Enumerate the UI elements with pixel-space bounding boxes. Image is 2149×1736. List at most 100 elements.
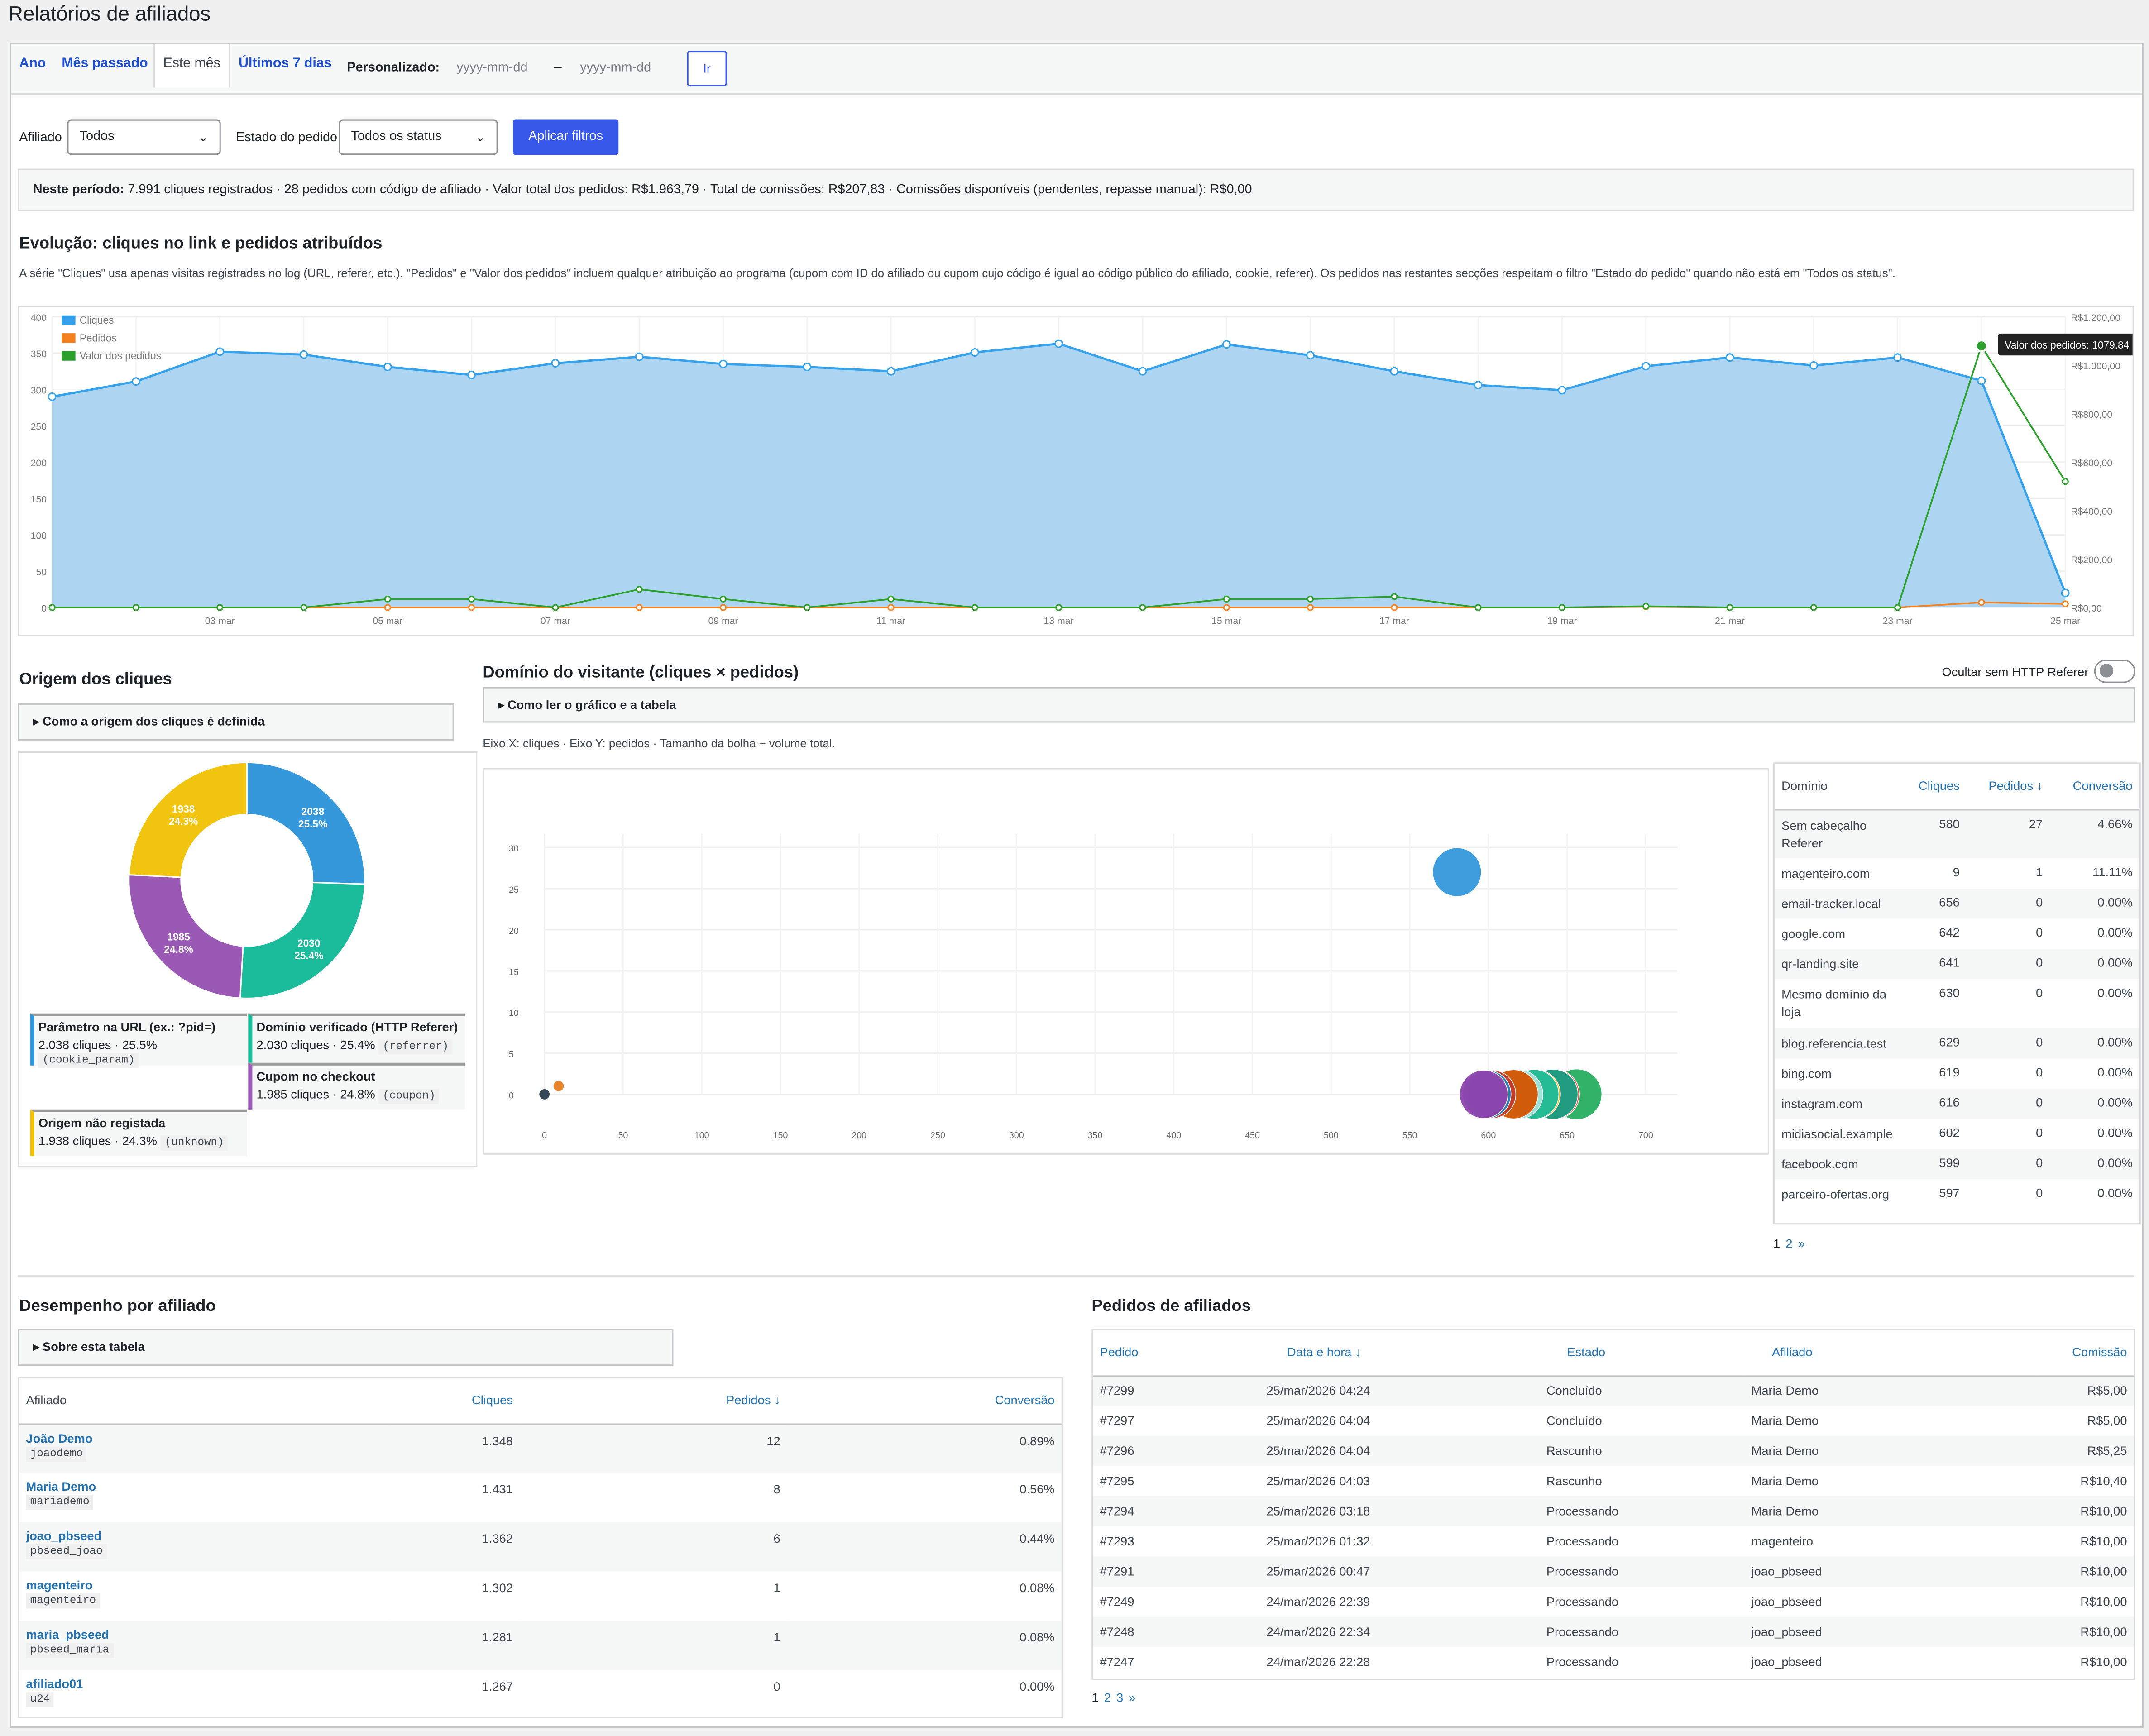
page-link[interactable]: 3	[1116, 1691, 1123, 1704]
affiliate-link[interactable]: magenteiro	[26, 1578, 383, 1592]
data-point[interactable]	[719, 595, 727, 603]
tab-last-month[interactable]: Mês passado	[53, 44, 156, 95]
data-point[interactable]	[467, 370, 476, 379]
data-point[interactable]	[886, 367, 895, 376]
date-to-input[interactable]: yyyy-mm-dd	[573, 57, 669, 79]
data-point[interactable]	[1222, 340, 1231, 349]
data-point[interactable]	[1390, 367, 1399, 376]
orders-cell[interactable]: #7291	[1093, 1556, 1259, 1587]
data-point[interactable]	[215, 347, 225, 356]
data-point[interactable]	[804, 604, 811, 611]
data-point[interactable]	[1726, 604, 1733, 611]
legend-item[interactable]: Pedidos	[62, 332, 117, 344]
data-point[interactable]	[132, 604, 139, 611]
data-point[interactable]	[971, 604, 978, 611]
bubble[interactable]	[1459, 1070, 1508, 1119]
data-point[interactable]	[1642, 362, 1651, 371]
data-point[interactable]	[636, 604, 643, 611]
orders-cell[interactable]: #7299	[1093, 1375, 1259, 1406]
domain-details-toggle[interactable]: ▸ Como ler o gráfico e a tabela	[483, 687, 2135, 723]
status-select[interactable]: Todos os status ⌄	[339, 119, 498, 155]
orders-cell[interactable]: #7295	[1093, 1466, 1259, 1496]
data-point[interactable]	[1810, 604, 1817, 611]
data-point[interactable]	[887, 604, 895, 611]
data-point[interactable]	[300, 604, 307, 611]
page-link[interactable]: 2	[1785, 1237, 1792, 1250]
data-point[interactable]	[1558, 604, 1566, 611]
orders-cell[interactable]: #7294	[1093, 1496, 1259, 1526]
data-point[interactable]	[1978, 599, 1985, 606]
data-point[interactable]	[1894, 604, 1901, 611]
data-point[interactable]	[2062, 600, 2069, 607]
data-point[interactable]	[1474, 381, 1483, 390]
data-point[interactable]	[1642, 603, 1650, 610]
data-point[interactable]	[887, 595, 895, 603]
affiliate-link[interactable]: Maria Demo	[26, 1480, 383, 1493]
page-link[interactable]: »	[1129, 1691, 1135, 1704]
data-point[interactable]	[384, 604, 391, 611]
data-point[interactable]	[1809, 361, 1818, 370]
domain-col-header[interactable]: Conversão	[2049, 764, 2139, 810]
date-from-input[interactable]: yyyy-mm-dd	[450, 57, 546, 79]
orders-cell[interactable]: #7248	[1093, 1617, 1259, 1647]
data-point[interactable]	[1055, 604, 1063, 611]
performance-details-toggle[interactable]: ▸ Sobre esta tabela	[18, 1329, 674, 1366]
data-point[interactable]	[1391, 593, 1398, 600]
performance-col-header[interactable]: Cliques	[389, 1378, 520, 1424]
data-point[interactable]	[719, 359, 728, 368]
data-point[interactable]	[552, 604, 559, 611]
highlighted-point[interactable]	[1975, 339, 1988, 353]
data-point[interactable]	[1223, 595, 1230, 603]
data-point[interactable]	[719, 604, 727, 611]
tab-year[interactable]: Ano	[11, 44, 54, 95]
data-point[interactable]	[468, 595, 475, 603]
data-point[interactable]	[803, 363, 812, 371]
data-point[interactable]	[48, 604, 56, 611]
affiliate-link[interactable]: afiliado01	[26, 1677, 383, 1691]
data-point[interactable]	[1558, 386, 1566, 395]
data-point[interactable]	[1306, 351, 1315, 360]
domain-col-header[interactable]: Pedidos ↓	[1966, 764, 2050, 810]
data-point[interactable]	[384, 595, 391, 603]
data-point[interactable]	[551, 359, 560, 368]
data-point[interactable]	[1977, 376, 1986, 385]
orders-cell[interactable]: joao_pbseed	[1744, 1647, 2038, 1677]
bubble[interactable]	[538, 1088, 550, 1100]
page-link[interactable]: »	[1798, 1237, 1805, 1250]
data-point[interactable]	[2062, 478, 2069, 485]
performance-col-header[interactable]: Pedidos ↓	[520, 1378, 787, 1424]
data-point[interactable]	[1139, 604, 1146, 611]
orders-cell[interactable]: Maria Demo	[1744, 1436, 2038, 1466]
data-point[interactable]	[468, 604, 475, 611]
orders-cell[interactable]: Maria Demo	[1744, 1406, 2038, 1436]
data-point[interactable]	[1725, 353, 1734, 362]
affiliate-link[interactable]: João Demo	[26, 1431, 383, 1444]
orders-cell[interactable]: #7249	[1093, 1587, 1259, 1617]
domain-col-header[interactable]: Cliques	[1899, 764, 1967, 810]
data-point[interactable]	[132, 377, 140, 386]
data-point[interactable]	[1391, 604, 1398, 611]
data-point[interactable]	[1223, 604, 1230, 611]
apply-filters-button[interactable]: Aplicar filtros	[512, 119, 619, 155]
data-point[interactable]	[2061, 588, 2070, 598]
tab-last-7-days[interactable]: Últimos 7 dias	[230, 44, 340, 95]
orders-cell[interactable]: Maria Demo	[1744, 1466, 2038, 1496]
orders-cell[interactable]: Maria Demo	[1744, 1496, 2038, 1526]
orders-cell[interactable]: Maria Demo	[1744, 1375, 2038, 1406]
data-point[interactable]	[383, 363, 392, 371]
performance-col-header[interactable]: Conversão	[787, 1378, 1062, 1424]
orders-cell[interactable]: #7296	[1093, 1436, 1259, 1466]
data-point[interactable]	[1307, 595, 1314, 603]
bubble[interactable]	[1432, 847, 1482, 897]
orders-cell[interactable]: #7297	[1093, 1406, 1259, 1436]
data-point[interactable]	[636, 586, 643, 593]
page-link[interactable]: 2	[1104, 1691, 1111, 1704]
orders-cell[interactable]: joao_pbseed	[1744, 1556, 2038, 1587]
orders-col-header[interactable]: Estado	[1539, 1330, 1745, 1376]
data-point[interactable]	[48, 392, 57, 401]
data-point[interactable]	[1054, 339, 1063, 348]
affiliate-link[interactable]: joao_pbseed	[26, 1529, 383, 1543]
legend-item[interactable]: Valor dos pedidos	[62, 350, 161, 362]
go-button[interactable]: Ir	[687, 51, 727, 86]
tab-this-month[interactable]: Este mês	[153, 43, 230, 88]
